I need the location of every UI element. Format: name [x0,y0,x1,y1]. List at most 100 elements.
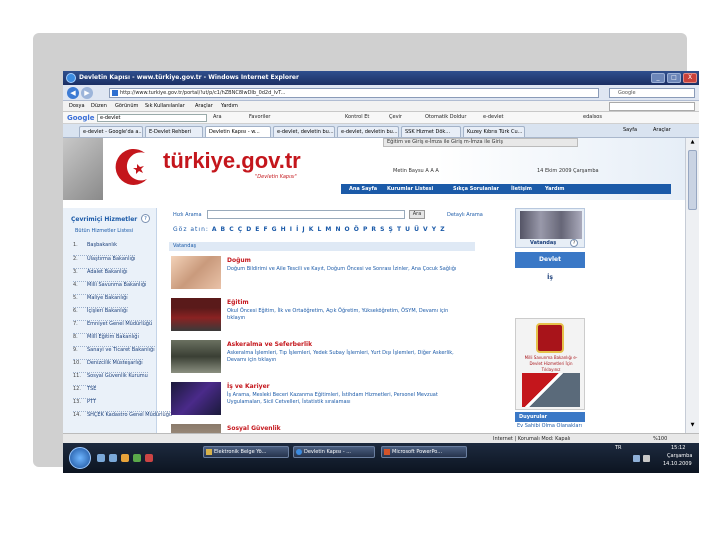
close-button[interactable]: X [683,73,697,83]
tab-kktc[interactable]: Kuzey Kıbrıs Türk Cu... [463,126,525,137]
ministry-name[interactable]: Başbakanlık [87,242,117,248]
minimize-button[interactable]: _ [651,73,665,83]
ministry-name[interactable]: Adalet Bakanlığı [87,269,127,275]
ministry-name[interactable]: PTT [87,399,96,405]
quicklaunch-icon[interactable] [97,454,105,462]
menu-favorites[interactable]: Sık Kullanılanlar [145,103,185,109]
scroll-thumb[interactable] [688,150,697,210]
category-title[interactable]: Askeralma ve Seferberlik [227,341,312,348]
help-icon[interactable]: ? [141,214,150,223]
ministry-item[interactable]: 6. İçişleri Bakanlığı [73,307,128,314]
ministry-item[interactable]: 4. Milli Savunma Bakanlığı [73,281,147,288]
nav-help[interactable]: Yardım [545,184,565,194]
category-title[interactable]: Eğitim [227,299,249,306]
tab-edevlet-2[interactable]: e-devlet, devletin bu... [337,126,399,137]
google-edevlet-button[interactable]: e-devlet [483,114,504,120]
ministry-name[interactable]: TSE [87,386,96,392]
tab-devletin-kapisi[interactable]: Devletin Kapısı - w... [205,126,271,137]
google-favorites-button[interactable]: Favoriler [249,114,270,120]
forward-icon[interactable]: ▶ [81,87,93,99]
ministry-item[interactable]: 3. Adalet Bakanlığı [73,268,128,275]
ministry-item[interactable]: 14. SHÇEK Kadastro Genel Müdürlüğü [73,411,173,418]
google-account-button[interactable]: edalsos [583,114,602,120]
ministry-item[interactable]: 13. PTT [73,398,97,405]
ministry-name[interactable]: Denizcilik Müsteşarlığı [87,360,143,366]
announcement-item[interactable]: Ev Sahibi Olma Olanakları [517,423,582,429]
taskbar-button-powerpoint[interactable]: Microsoft PowerPo... [381,446,467,458]
quicklaunch-icon[interactable] [109,454,117,462]
ministry-item[interactable]: 1. Başbakanlık [73,242,117,248]
ministry-name[interactable]: Milli Savunma Bakanlığı [87,282,146,288]
google-ara-button[interactable]: Ara [213,114,222,120]
volume-icon[interactable] [643,455,650,462]
ministry-item[interactable]: 7. Emniyet Genel Müdürlüğü [73,320,153,327]
maximize-button[interactable]: □ [667,73,681,83]
category-military[interactable]: Askeralma ve Seferberlik Askeralma İşlem… [169,338,475,376]
language-indicator[interactable]: TR [615,445,622,451]
category-career[interactable]: İş ve Kariyer İş Arama, Mesleki Beceri K… [169,380,475,418]
quicklaunch-icon[interactable] [133,454,141,462]
back-icon[interactable]: ◀ [67,87,79,99]
nav-faq[interactable]: Sıkça Sorulanlar [453,184,499,194]
ministry-name[interactable]: SHÇEK Kadastro Genel Müdürlüğü [87,412,172,418]
google-translate-button[interactable]: Çevir [389,114,402,120]
ministry-name[interactable]: İçişleri Bakanlığı [87,308,128,314]
category-birth[interactable]: Doğum Doğum Bildirimi ve Aile Tescili ve… [169,254,475,292]
menu-search-box[interactable] [609,102,695,111]
ministry-name[interactable]: Ulaştırma Bakanlığı [87,256,135,262]
google-check-button[interactable]: Kontrol Et [345,114,369,120]
zoom-level[interactable]: %100 [653,436,667,442]
search-button[interactable]: Ara [409,210,425,219]
all-services-link[interactable]: Bütün Hizmetler Listesi [75,228,133,234]
menu-gorunum[interactable]: Görünüm [115,103,138,109]
ministry-name[interactable]: Millî Eğitim Bakanlığı [87,334,139,340]
alphabet-letters[interactable]: A B C Ç D E F G H I İ J K L M N O Ö P R … [212,226,446,233]
menu-duzen[interactable]: Düzen [91,103,107,109]
site-logo-text[interactable]: türkiye.gov.tr [163,148,301,174]
ministry-item[interactable]: 11. Sosyal Güvenlik Kurumu [73,372,148,379]
ministry-name[interactable]: Emniyet Genel Müdürlüğü [87,321,152,327]
msb-banner[interactable]: Milli Savunma Bakanlığı e-Devlet Hizmetl… [515,318,585,410]
url-input[interactable]: http://www.turkiye.gov.tr/portal/!ut/p/c… [109,88,599,98]
category-title[interactable]: Sosyal Güvenlik [227,425,281,432]
tab-google-search[interactable]: e-devlet - Google'da a... [79,126,143,137]
menu-dosya[interactable]: Dosya [69,103,85,109]
ministry-item[interactable]: 9. Sanayi ve Ticaret Bakanlığı [73,346,155,353]
ministry-item[interactable]: 12. TSE [73,385,97,392]
araclar-menu[interactable]: Araçlar [653,127,671,133]
ministry-name[interactable]: Sanayi ve Ticaret Bakanlığı [87,347,155,353]
category-social-security[interactable]: Sosyal Güvenlik [169,422,475,433]
menu-yardim[interactable]: Yardım [221,103,238,109]
taskbar-button-documents[interactable]: Elektronik Belge Yö... [203,446,289,458]
quicklaunch-icon[interactable] [145,454,153,462]
ministry-item[interactable]: 2. Ulaştırma Bakanlığı [73,255,136,262]
login-bar[interactable]: Eğitim ve Giriş e-İmza ile Giriş m-İmza … [383,138,578,147]
network-icon[interactable] [633,455,640,462]
category-title[interactable]: İş ve Kariyer [227,383,270,390]
government-button[interactable]: Devlet [515,252,585,268]
start-button-icon[interactable] [69,447,91,469]
ministry-item[interactable]: 10. Denizcilik Müsteşarlığı [73,359,143,366]
scroll-up-icon[interactable]: ▲ [688,139,697,148]
nav-institutions[interactable]: Kurumlar Listesi [387,184,433,194]
ministry-name[interactable]: Sosyal Güvenlik Kurumu [87,373,148,379]
clock-time[interactable]: 15:12 [671,445,685,451]
citizen-help-icon[interactable]: ? [570,239,578,247]
google-search-input[interactable]: e-devlet [97,114,207,122]
quicklaunch-icon[interactable] [121,454,129,462]
nav-home[interactable]: Ana Sayfa [349,184,377,194]
sayfa-menu[interactable]: Sayfa [623,127,637,133]
tab-edevlet-rehberi[interactable]: E-Devlet Rehberi [145,126,203,137]
live-search-input[interactable]: Google [609,88,695,98]
ministry-name[interactable]: Maliye Bakanlığı [87,295,128,301]
nav-contact[interactable]: İletişim [511,184,532,194]
tab-edevlet-1[interactable]: e-devlet, devletin bu... [273,126,335,137]
detailed-search-link[interactable]: Detaylı Arama [447,212,483,218]
scroll-down-icon[interactable]: ▼ [688,422,697,431]
category-title[interactable]: Doğum [227,257,251,264]
google-autofill-button[interactable]: Otomatik Doldur [425,114,466,120]
ministry-item[interactable]: 8. Millî Eğitim Bakanlığı [73,333,139,340]
menu-araclar[interactable]: Araçlar [195,103,213,109]
citizen-panel[interactable]: Vatandaş ? [515,208,585,248]
ministry-item[interactable]: 5. Maliye Bakanlığı [73,294,128,301]
